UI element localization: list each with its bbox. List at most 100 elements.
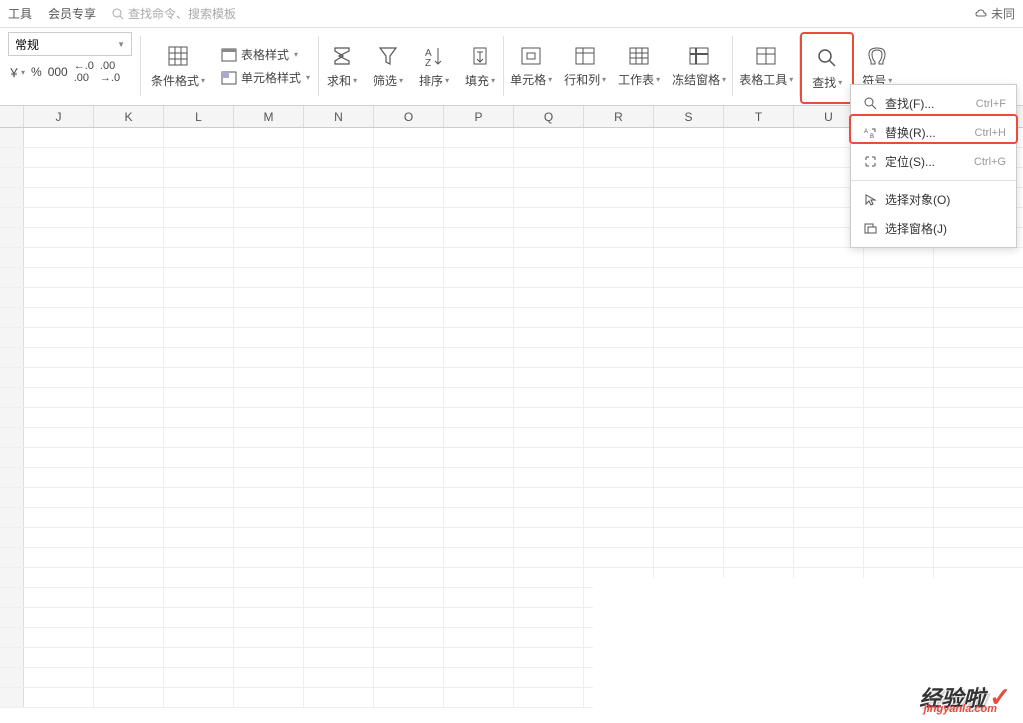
grid-cell[interactable] [164, 288, 234, 307]
grid-cell[interactable] [794, 328, 864, 347]
grid-cell[interactable] [514, 508, 584, 527]
conditional-format-button[interactable]: 条件格式▾ [145, 32, 211, 100]
grid-cell[interactable] [514, 628, 584, 647]
grid-cell[interactable] [24, 208, 94, 227]
grid-cell[interactable] [0, 148, 24, 167]
grid-cell[interactable] [654, 228, 724, 247]
grid-cell[interactable] [24, 448, 94, 467]
grid-cell[interactable] [304, 148, 374, 167]
grid-cell[interactable] [0, 168, 24, 187]
grid-cell[interactable] [94, 288, 164, 307]
grid-cell[interactable] [304, 368, 374, 387]
grid-cell[interactable] [724, 368, 794, 387]
grid-cell[interactable] [584, 388, 654, 407]
grid-cell[interactable] [0, 588, 24, 607]
grid-cell[interactable] [0, 308, 24, 327]
grid-cell[interactable] [584, 548, 654, 567]
grid-cell[interactable] [584, 168, 654, 187]
rowcol-button[interactable]: 行和列▾ [558, 32, 612, 100]
grid-cell[interactable] [584, 448, 654, 467]
grid-cell[interactable] [0, 528, 24, 547]
grid-cell[interactable] [24, 568, 94, 587]
grid-cell[interactable] [164, 548, 234, 567]
grid-cell[interactable] [234, 628, 304, 647]
grid-cell[interactable] [514, 148, 584, 167]
grid-cell[interactable] [654, 348, 724, 367]
grid-cell[interactable] [164, 268, 234, 287]
grid-cell[interactable] [794, 388, 864, 407]
grid-cell[interactable] [304, 648, 374, 667]
grid-cell[interactable] [94, 228, 164, 247]
table-tools-button[interactable]: 表格工具▾ [733, 32, 799, 100]
grid-cell[interactable] [304, 208, 374, 227]
grid-cell[interactable] [444, 228, 514, 247]
grid-cell[interactable] [94, 308, 164, 327]
grid-cell[interactable] [304, 468, 374, 487]
grid-cell[interactable] [654, 328, 724, 347]
grid-cell[interactable] [24, 668, 94, 687]
grid-cell[interactable] [24, 268, 94, 287]
grid-cell[interactable] [444, 308, 514, 327]
grid-cell[interactable] [794, 368, 864, 387]
grid-cell[interactable] [794, 548, 864, 567]
grid-cell[interactable] [584, 468, 654, 487]
grid-cell[interactable] [444, 568, 514, 587]
grid-cell[interactable] [304, 428, 374, 447]
grid-cell[interactable] [234, 268, 304, 287]
fill-button[interactable]: 填充▾ [457, 32, 503, 100]
grid-cell[interactable] [724, 208, 794, 227]
grid-cell[interactable] [0, 428, 24, 447]
grid-cell[interactable] [304, 688, 374, 707]
grid-cell[interactable] [94, 208, 164, 227]
grid-cell[interactable] [374, 408, 444, 427]
grid-cell[interactable] [94, 648, 164, 667]
column-header[interactable]: M [234, 106, 304, 127]
grid-cell[interactable] [234, 528, 304, 547]
grid-cell[interactable] [164, 508, 234, 527]
grid-cell[interactable] [724, 508, 794, 527]
grid-cell[interactable] [444, 488, 514, 507]
grid-cell[interactable] [304, 568, 374, 587]
grid-cell[interactable] [584, 528, 654, 547]
grid-cell[interactable] [794, 288, 864, 307]
grid-cell[interactable] [24, 628, 94, 647]
column-header[interactable]: S [654, 106, 724, 127]
grid-cell[interactable] [444, 468, 514, 487]
grid-cell[interactable] [234, 548, 304, 567]
grid-cell[interactable] [584, 488, 654, 507]
grid-cell[interactable] [304, 128, 374, 147]
grid-cell[interactable] [304, 448, 374, 467]
column-header[interactable] [0, 106, 24, 127]
grid-cell[interactable] [514, 588, 584, 607]
grid-cell[interactable] [864, 328, 934, 347]
grid-cell[interactable] [0, 228, 24, 247]
grid-cell[interactable] [304, 388, 374, 407]
grid-cell[interactable] [584, 408, 654, 427]
grid-cell[interactable] [654, 388, 724, 407]
grid-cell[interactable] [724, 268, 794, 287]
grid-cell[interactable] [514, 648, 584, 667]
grid-cell[interactable] [24, 228, 94, 247]
grid-cell[interactable] [724, 388, 794, 407]
grid-cell[interactable] [304, 228, 374, 247]
grid-cell[interactable] [374, 368, 444, 387]
grid-cell[interactable] [724, 468, 794, 487]
grid-cell[interactable] [24, 328, 94, 347]
grid-cell[interactable] [0, 188, 24, 207]
grid-cell[interactable] [234, 128, 304, 147]
grid-cell[interactable] [0, 548, 24, 567]
grid-cell[interactable] [94, 488, 164, 507]
grid-cell[interactable] [234, 508, 304, 527]
menu-find[interactable]: 查找(F)... Ctrl+F [851, 89, 1016, 118]
grid-cell[interactable] [94, 348, 164, 367]
grid-cell[interactable] [0, 348, 24, 367]
grid-cell[interactable] [24, 288, 94, 307]
grid-cell[interactable] [0, 488, 24, 507]
grid-cell[interactable] [724, 188, 794, 207]
grid-cell[interactable] [724, 148, 794, 167]
grid-cell[interactable] [94, 428, 164, 447]
grid-cell[interactable] [444, 588, 514, 607]
grid-cell[interactable] [164, 328, 234, 347]
grid-cell[interactable] [584, 228, 654, 247]
grid-cell[interactable] [234, 148, 304, 167]
